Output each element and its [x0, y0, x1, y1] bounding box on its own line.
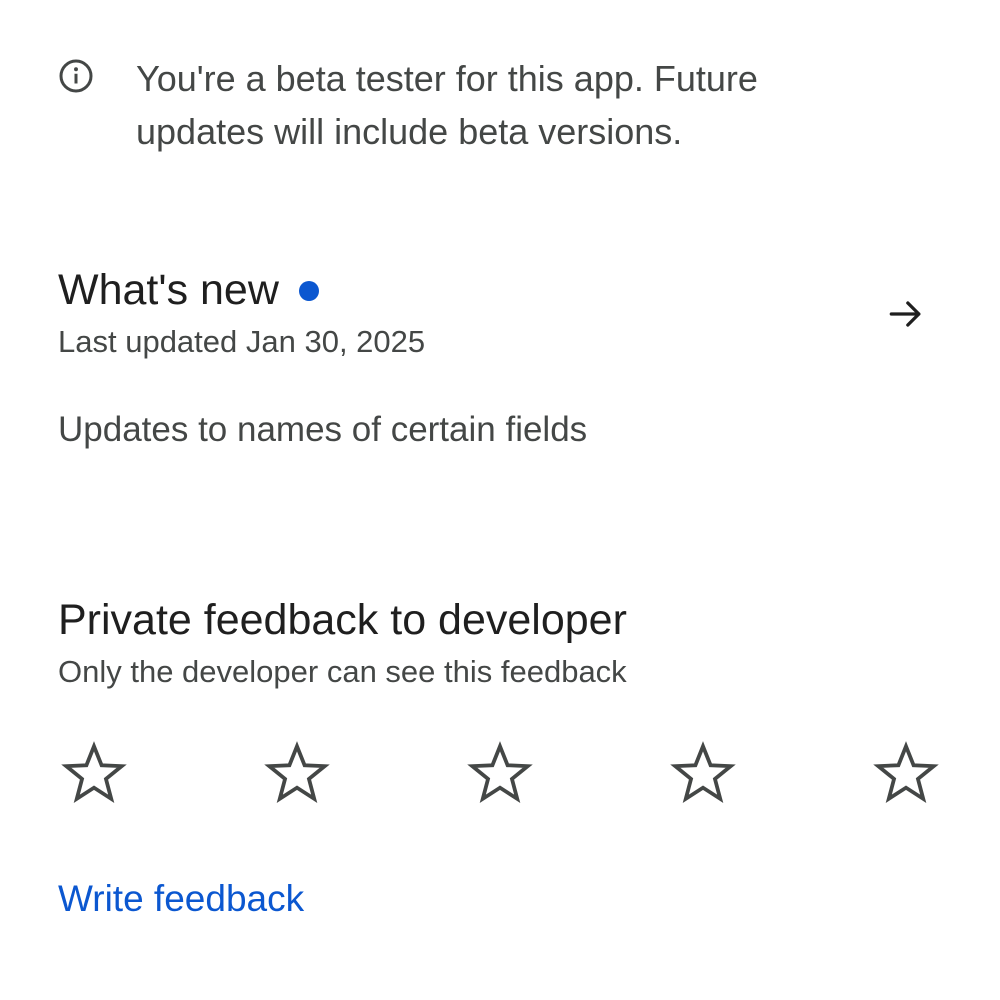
whats-new-section[interactable]: What's new Last updated Jan 30, 2025: [58, 262, 938, 372]
star-outline-icon: [467, 741, 533, 804]
whats-new-title-row: What's new: [58, 262, 938, 318]
star-2-button[interactable]: [261, 738, 333, 810]
feedback-subtitle: Only the developer can see this feedback: [58, 654, 627, 689]
whats-new-arrow-button[interactable]: [882, 290, 930, 338]
star-1-button[interactable]: [58, 738, 130, 810]
star-rating: [58, 738, 942, 810]
star-outline-icon: [873, 741, 939, 804]
last-updated-date: Last updated Jan 30, 2025: [58, 324, 426, 359]
star-3-button[interactable]: [464, 738, 536, 810]
whats-new-title: What's new: [58, 266, 279, 314]
beta-tester-text: You're a beta tester for this app. Futur…: [136, 58, 758, 152]
private-feedback-section: Private feedback to developer Only the d…: [58, 592, 958, 694]
release-notes: Updates to names of certain fields: [58, 410, 588, 449]
app-details-page: You're a beta tester for this app. Futur…: [0, 0, 1000, 1000]
info-icon: [59, 59, 93, 93]
star-outline-icon: [670, 741, 736, 804]
star-outline-icon: [264, 741, 330, 804]
arrow-right-icon: [889, 301, 921, 327]
write-feedback-link[interactable]: Write feedback: [58, 873, 304, 925]
new-indicator-dot: [298, 281, 319, 301]
star-5-button[interactable]: [870, 738, 942, 810]
star-4-button[interactable]: [667, 738, 739, 810]
feedback-title: Private feedback to developer: [58, 596, 627, 644]
star-outline-icon: [61, 741, 127, 804]
beta-tester-banner: You're a beta tester for this app. Futur…: [58, 52, 938, 158]
